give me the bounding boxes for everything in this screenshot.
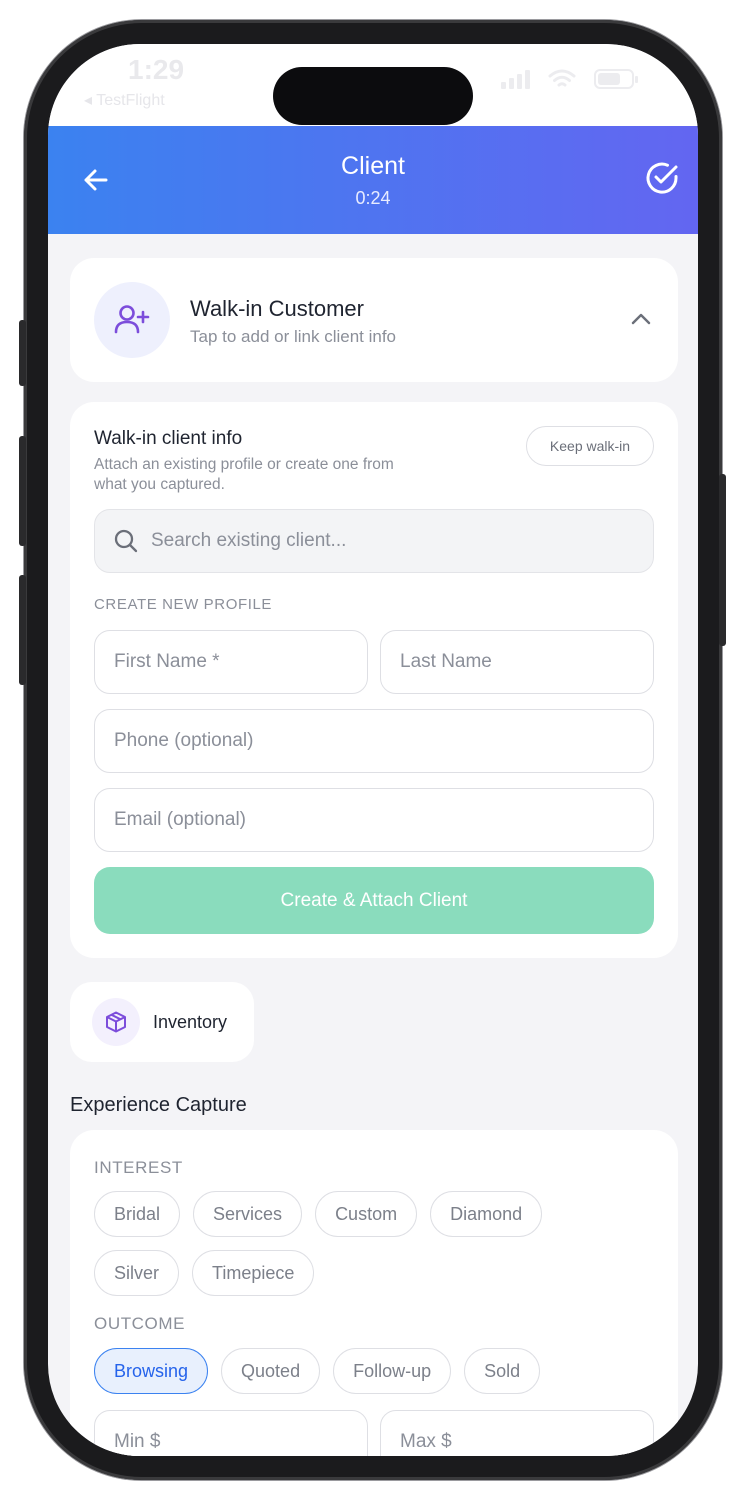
interest-chip-row-2: Silver Timepiece bbox=[94, 1250, 315, 1296]
client-info-card: Walk-in client info Attach an existing p… bbox=[70, 402, 678, 958]
create-attach-client-button[interactable]: Create & Attach Client bbox=[94, 867, 654, 934]
header-bar: Client 0:24 bbox=[48, 126, 698, 234]
walkin-subtitle: Tap to add or link client info bbox=[190, 327, 397, 346]
volume-up-button bbox=[19, 436, 26, 546]
max-price-input[interactable] bbox=[381, 1411, 653, 1456]
confirm-check-icon[interactable] bbox=[644, 160, 680, 196]
wifi-icon bbox=[548, 69, 576, 87]
battery-icon bbox=[594, 69, 638, 89]
avatar bbox=[94, 282, 170, 358]
status-icons bbox=[501, 68, 638, 90]
power-button bbox=[719, 474, 726, 646]
client-info-title: Walk-in client info bbox=[94, 428, 243, 449]
box-icon bbox=[106, 1011, 126, 1033]
action-button bbox=[19, 320, 26, 386]
walkin-customer-card[interactable]: Walk-in Customer Tap to add or link clie… bbox=[70, 258, 678, 382]
last-name-input[interactable] bbox=[381, 631, 653, 693]
session-timer: 0:24 bbox=[355, 188, 391, 208]
inventory-icon-badge bbox=[92, 998, 140, 1046]
email-field[interactable] bbox=[94, 788, 654, 852]
status-time: 1:29 bbox=[128, 54, 185, 85]
phone-field[interactable] bbox=[94, 709, 654, 773]
interest-chip-custom[interactable]: Custom bbox=[315, 1191, 418, 1237]
chevron-up-icon[interactable] bbox=[630, 310, 652, 328]
inventory-button[interactable]: Inventory bbox=[70, 982, 254, 1062]
last-name-field[interactable] bbox=[380, 630, 654, 694]
interest-label: INTEREST bbox=[94, 1158, 183, 1177]
min-price-input[interactable] bbox=[95, 1411, 367, 1456]
keep-walkin-button[interactable]: Keep walk-in bbox=[526, 426, 654, 466]
search-input[interactable] bbox=[151, 510, 631, 571]
interest-chip-timepiece[interactable]: Timepiece bbox=[192, 1250, 315, 1296]
min-price-field[interactable] bbox=[94, 1410, 368, 1456]
outcome-label: OUTCOME bbox=[94, 1314, 186, 1333]
interest-chip-bridal[interactable]: Bridal bbox=[94, 1191, 181, 1237]
walkin-title: Walk-in Customer bbox=[190, 296, 364, 321]
max-price-field[interactable] bbox=[380, 1410, 654, 1456]
first-name-field[interactable] bbox=[94, 630, 368, 694]
outcome-chip-sold[interactable]: Sold bbox=[464, 1348, 541, 1394]
screen: 1:29 ◂ TestFlight Client 0:24 Walk-in Cu… bbox=[48, 44, 698, 1456]
outcome-chip-row: Browsing Quoted Follow-up Sold bbox=[94, 1348, 541, 1394]
interest-chip-services[interactable]: Services bbox=[193, 1191, 303, 1237]
outcome-chip-quoted[interactable]: Quoted bbox=[221, 1348, 321, 1394]
first-name-input[interactable] bbox=[95, 631, 367, 693]
search-icon bbox=[114, 529, 138, 553]
back-to-app-link[interactable]: ◂ TestFlight bbox=[84, 90, 165, 110]
interest-chip-silver[interactable]: Silver bbox=[94, 1250, 180, 1296]
signal-icon bbox=[501, 69, 530, 89]
interest-chip-diamond[interactable]: Diamond bbox=[430, 1191, 543, 1237]
outcome-chip-follow-up[interactable]: Follow-up bbox=[333, 1348, 452, 1394]
interest-chip-row: Bridal Services Custom Diamond bbox=[94, 1191, 543, 1237]
experience-capture-card: INTEREST Bridal Services Custom Diamond … bbox=[70, 1130, 678, 1456]
client-search-box[interactable] bbox=[94, 509, 654, 573]
outcome-chip-browsing[interactable]: Browsing bbox=[94, 1348, 209, 1394]
dynamic-island bbox=[273, 67, 473, 125]
inventory-label: Inventory bbox=[153, 1012, 228, 1032]
email-input[interactable] bbox=[95, 789, 653, 851]
create-profile-label: CREATE NEW PROFILE bbox=[94, 596, 273, 613]
experience-capture-title: Experience Capture bbox=[70, 1094, 247, 1116]
phone-input[interactable] bbox=[95, 710, 653, 772]
add-user-icon bbox=[114, 305, 150, 334]
page-title: Client bbox=[341, 152, 405, 180]
volume-down-button bbox=[19, 575, 26, 685]
client-info-description: Attach an existing profile or create one… bbox=[94, 456, 394, 493]
